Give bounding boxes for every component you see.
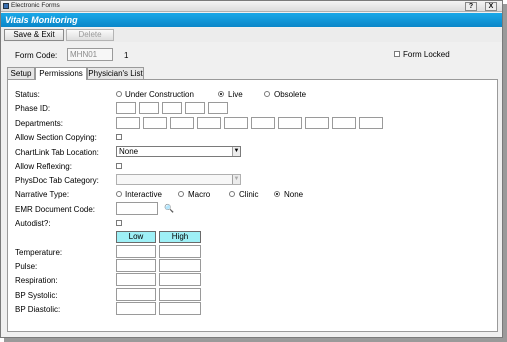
status-live-radio[interactable] <box>218 91 224 97</box>
chartlink-label: ChartLink Tab Location: <box>15 148 99 157</box>
status-live-label: Live <box>228 90 243 99</box>
permissions-panel: Status: Under Construction Live Obsolete… <box>7 79 498 332</box>
toolbar: Save & Exit Delete <box>1 28 502 42</box>
bp-systolic-low-input[interactable] <box>116 288 156 301</box>
window-titlebar: Electronic Forms ? X <box>1 1 502 12</box>
chartlink-value: None <box>119 147 139 156</box>
phase-id-label: Phase ID: <box>15 104 51 113</box>
phase-id-input-1[interactable] <box>116 102 136 114</box>
form-locked-label: Form Locked <box>403 50 450 59</box>
department-input-5[interactable] <box>224 117 248 129</box>
bp-diastolic-low-input[interactable] <box>116 302 156 315</box>
tab-permissions[interactable]: Permissions <box>35 67 87 80</box>
window-title: Electronic Forms <box>11 2 60 9</box>
temperature-high-input[interactable] <box>159 245 201 258</box>
window-shadow-right <box>503 4 507 342</box>
status-obsolete-radio[interactable] <box>264 91 270 97</box>
chevron-down-icon[interactable]: ▼ <box>232 147 240 156</box>
phase-id-input-4[interactable] <box>185 102 205 114</box>
allow-section-copying-label: Allow Section Copying: <box>15 133 97 142</box>
narrative-none-radio[interactable] <box>274 191 280 197</box>
form-locked-checkbox[interactable] <box>394 51 400 57</box>
phase-id-input-2[interactable] <box>139 102 159 114</box>
allow-section-copying-checkbox[interactable] <box>116 134 122 140</box>
department-input-4[interactable] <box>197 117 221 129</box>
department-input-1[interactable] <box>116 117 140 129</box>
form-code-label: Form Code: <box>15 51 58 60</box>
narrative-clinic-radio[interactable] <box>229 191 235 197</box>
form-title: Vitals Monitoring <box>5 15 78 25</box>
allow-reflexing-label: Allow Reflexing: <box>15 162 72 171</box>
narrative-type-label: Narrative Type: <box>15 190 70 199</box>
department-input-10[interactable] <box>359 117 383 129</box>
department-input-6[interactable] <box>251 117 275 129</box>
bp-diastolic-high-input[interactable] <box>159 302 201 315</box>
pulse-label: Pulse: <box>15 262 38 271</box>
save-exit-button[interactable]: Save & Exit <box>4 29 64 41</box>
form-title-bar: Vitals Monitoring <box>1 13 502 27</box>
physdoc-label: PhysDoc Tab Category: <box>15 176 99 185</box>
delete-button[interactable]: Delete <box>66 29 114 41</box>
narrative-interactive-label: Interactive <box>125 190 162 199</box>
bp-systolic-high-input[interactable] <box>159 288 201 301</box>
temperature-low-input[interactable] <box>116 245 156 258</box>
temperature-label: Temperature: <box>15 248 63 257</box>
low-column-header: Low <box>116 231 156 243</box>
bp-diastolic-label: BP Diastolic: <box>15 305 61 314</box>
department-input-2[interactable] <box>143 117 167 129</box>
narrative-interactive-radio[interactable] <box>116 191 122 197</box>
pulse-low-input[interactable] <box>116 259 156 272</box>
narrative-macro-radio[interactable] <box>178 191 184 197</box>
respiration-high-input[interactable] <box>159 273 201 286</box>
department-input-3[interactable] <box>170 117 194 129</box>
respiration-low-input[interactable] <box>116 273 156 286</box>
window-shadow-bottom <box>4 338 507 342</box>
status-label: Status: <box>15 90 40 99</box>
status-obsolete-label: Obsolete <box>274 90 307 99</box>
phase-id-input-5[interactable] <box>208 102 228 114</box>
app-window: Electronic Forms ? X Vitals Monitoring S… <box>0 0 503 338</box>
chartlink-select[interactable]: None ▼ <box>116 146 241 157</box>
department-input-9[interactable] <box>332 117 356 129</box>
tab-physicians-list[interactable]: Physician's List <box>87 67 144 79</box>
physdoc-select[interactable]: ▼ <box>116 174 241 185</box>
pulse-high-input[interactable] <box>159 259 201 272</box>
department-input-8[interactable] <box>305 117 329 129</box>
allow-reflexing-checkbox[interactable] <box>116 163 122 169</box>
bp-systolic-label: BP Systolic: <box>15 291 58 300</box>
narrative-macro-label: Macro <box>188 190 211 199</box>
departments-label: Departments: <box>15 119 64 128</box>
emr-document-code-input[interactable] <box>116 202 158 215</box>
status-under-construction-radio[interactable] <box>116 91 122 97</box>
help-button[interactable]: ? <box>465 2 477 11</box>
chevron-down-icon[interactable]: ▼ <box>232 175 240 184</box>
high-column-header: High <box>159 231 201 243</box>
autodist-checkbox[interactable] <box>116 220 122 226</box>
respiration-label: Respiration: <box>15 276 58 285</box>
app-icon <box>3 3 9 9</box>
search-icon[interactable]: 🔍 <box>164 204 174 213</box>
autodist-label: Autodist?: <box>15 219 51 228</box>
close-button[interactable]: X <box>485 2 497 11</box>
emr-document-code-label: EMR Document Code: <box>15 205 96 214</box>
form-code-input[interactable]: MHN01 <box>67 48 113 61</box>
phase-id-input-3[interactable] <box>162 102 182 114</box>
tab-setup[interactable]: Setup <box>7 67 35 79</box>
narrative-clinic-label: Clinic <box>239 190 259 199</box>
status-under-construction-label: Under Construction <box>125 90 194 99</box>
form-number: 1 <box>124 51 129 60</box>
narrative-none-label: None <box>284 190 304 199</box>
department-input-7[interactable] <box>278 117 302 129</box>
